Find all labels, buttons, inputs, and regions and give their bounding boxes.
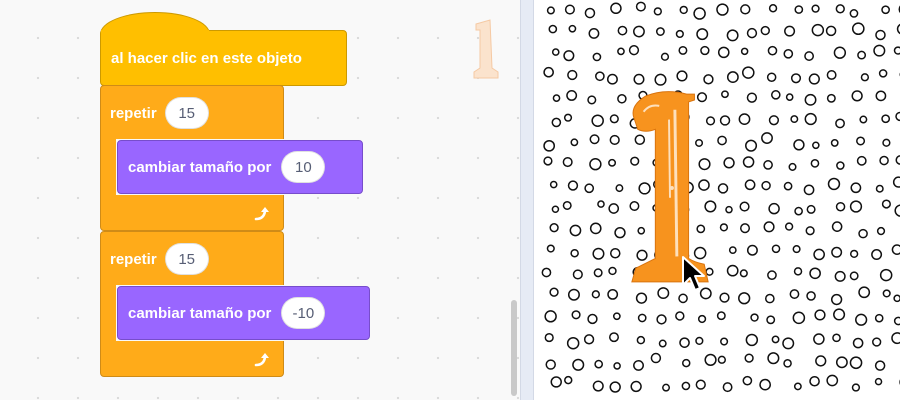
- repeat-block-2-header: repetir 15: [110, 243, 209, 275]
- change-size-value-input[interactable]: -10: [281, 297, 326, 329]
- repeat-label: repetir: [110, 250, 157, 268]
- mouse-pointer-icon: [682, 256, 705, 291]
- hat-block-label: al hacer clic en este objeto: [111, 49, 302, 67]
- change-size-label: cambiar tamaño por: [128, 304, 272, 322]
- repeat-block-1-header: repetir 15: [110, 97, 209, 129]
- change-size-value-input[interactable]: 10: [281, 151, 326, 183]
- code-area[interactable]: al hacer clic en este objeto repetir 15 …: [0, 0, 520, 400]
- repeat-label: repetir: [110, 104, 157, 122]
- repeat-count-input[interactable]: 15: [164, 243, 209, 275]
- stage[interactable]: [534, 0, 900, 400]
- code-area-scrollbar[interactable]: [511, 300, 517, 396]
- change-size-label: cambiar tamaño por: [128, 158, 272, 176]
- repeat-count-input[interactable]: 15: [164, 97, 209, 129]
- stage-backdrop-circles: [541, 1, 900, 393]
- repeat-arrow-icon: [254, 353, 269, 367]
- change-size-block-2[interactable]: cambiar tamaño por -10: [117, 286, 370, 340]
- change-size-block-1[interactable]: cambiar tamaño por 10: [117, 140, 363, 194]
- sprite-thumbnail-icon: [473, 19, 499, 79]
- pane-divider: [520, 0, 534, 400]
- repeat-arrow-icon: [254, 207, 269, 221]
